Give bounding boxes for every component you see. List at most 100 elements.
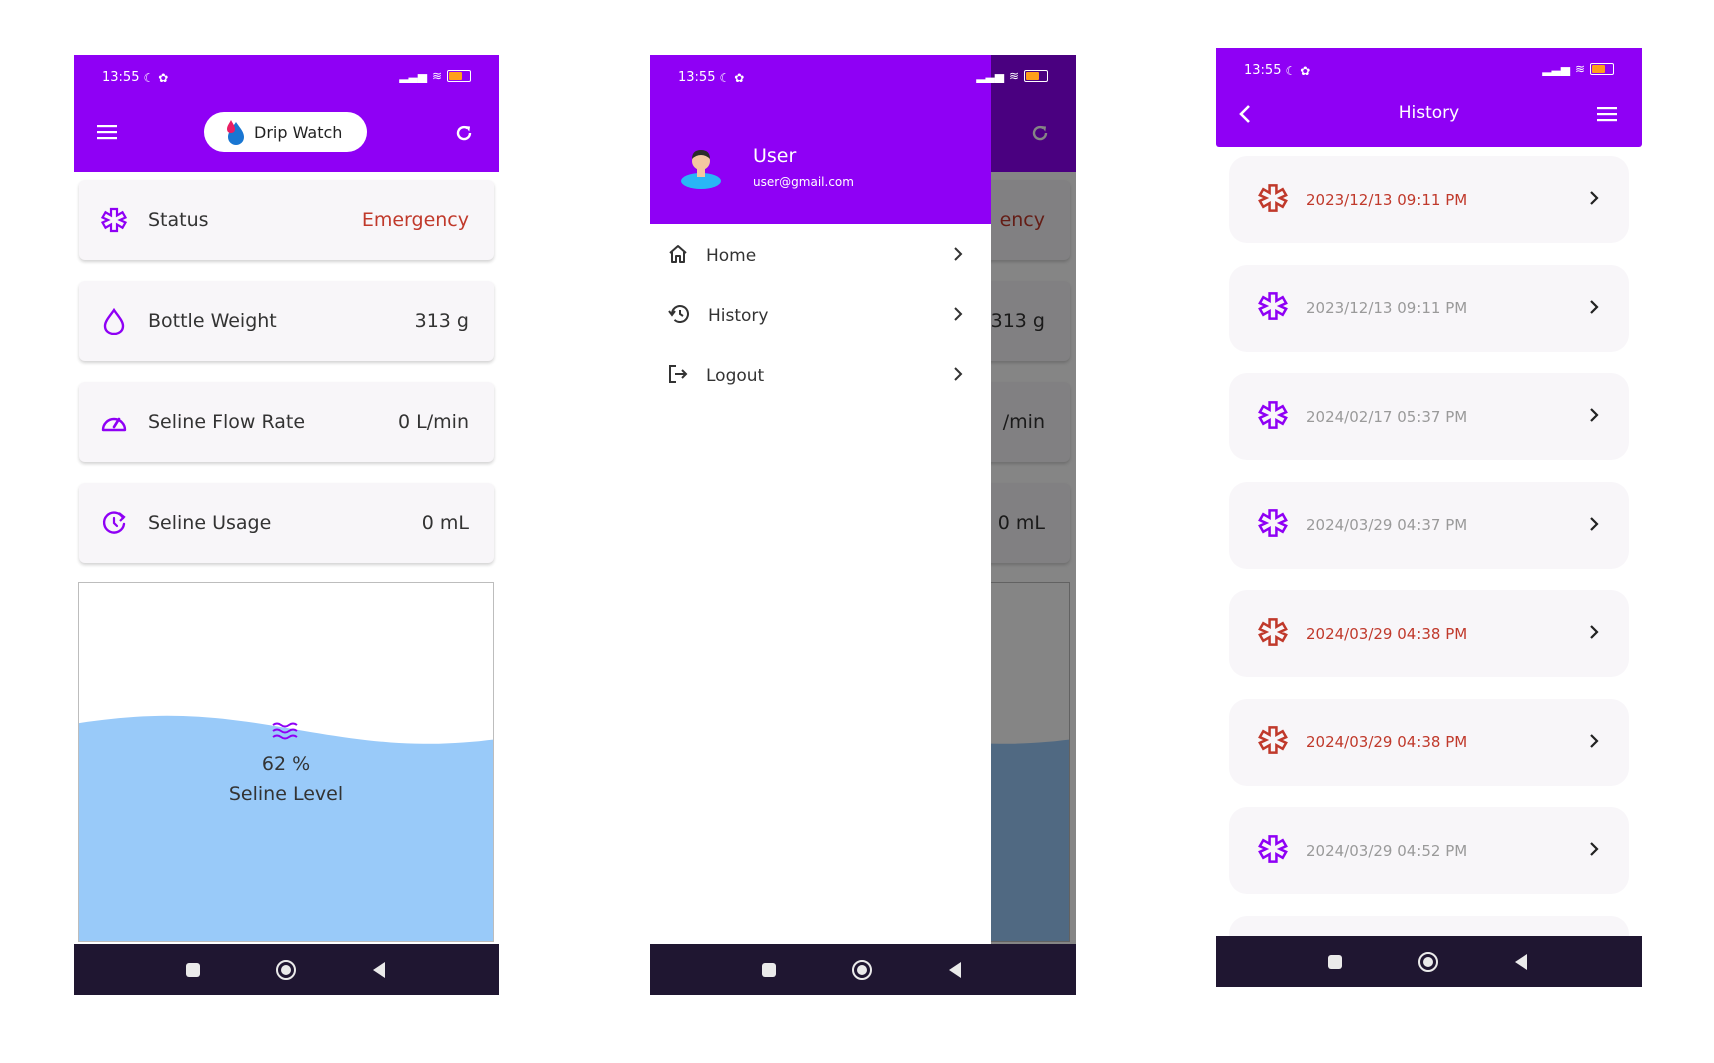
usage-label: Seline Usage: [148, 512, 272, 534]
signal-icon: ▂▃▅: [399, 69, 427, 83]
chevron-right-icon: [1589, 841, 1599, 860]
status-icon: [1257, 833, 1289, 869]
history-icon: [668, 304, 690, 329]
speedometer-icon: [99, 407, 129, 437]
chevron-right-icon: [953, 306, 963, 326]
android-nav-bar: [74, 944, 499, 995]
wifi-icon: ≋: [1574, 62, 1585, 76]
history-entry[interactable]: 2023/12/13 09:11 PM: [1229, 156, 1629, 243]
nav-drawer: 13:55 ☾ ✿ User user@gmail.com Home History…: [650, 55, 991, 944]
brand-pill: Drip Watch: [204, 112, 367, 152]
chevron-right-icon: [953, 246, 963, 266]
back-button[interactable]: [1506, 936, 1536, 987]
drawer-item-history[interactable]: History: [650, 291, 991, 341]
history-entry[interactable]: 2024/03/29 04:37 PM: [1229, 481, 1629, 569]
flow-rate-card: Seline Flow Rate 0 L/min: [79, 382, 494, 462]
back-button[interactable]: [364, 944, 394, 995]
history-date: 2024/03/29 04:52 PM: [1306, 841, 1468, 860]
level-label: Seline Level: [228, 783, 344, 805]
dashboard-screen: 13:55 ☾ ✿ ▂▃▅ ≋ Drip Watch Status Emergenc…: [74, 55, 499, 995]
chevron-right-icon: [1589, 733, 1599, 752]
history-entry[interactable]: 2024/02/17 05:37 PM: [1229, 373, 1629, 460]
waves-icon: [79, 721, 493, 745]
history-date: 2023/12/13 09:11 PM: [1306, 299, 1468, 317]
battery-icon: [447, 70, 471, 82]
moon-icon: ☾: [719, 70, 731, 85]
status-icon: [1257, 399, 1289, 435]
chevron-right-icon: [1589, 190, 1599, 209]
drawer-item-label: Home: [706, 246, 757, 266]
status-icons: ▂▃▅ ≋: [399, 69, 471, 83]
status-bar: 13:55 ☾ ✿ ▂▃▅ ≋: [74, 55, 499, 101]
status-icon: [1257, 182, 1289, 218]
home-button[interactable]: [1413, 936, 1443, 987]
history-date: 2023/12/13 09:11 PM: [1306, 190, 1468, 209]
bottle-weight-card: Bottle Weight 313 g: [79, 281, 494, 361]
settings-small-icon: ✿: [734, 70, 745, 85]
battery-icon: [1590, 63, 1614, 75]
recents-button[interactable]: [178, 944, 208, 995]
signal-icon: ▂▃▅: [1542, 62, 1570, 76]
status-bar: 13:55 ☾ ✿: [650, 55, 991, 101]
home-button[interactable]: [847, 944, 877, 995]
drawer-item-logout[interactable]: Logout: [650, 351, 991, 401]
history-screen: 13:55 ☾ ✿ ▂▃▅ ≋ History 2023/12/13 09:11 P…: [1216, 48, 1642, 987]
history-entry[interactable]: 2024/03/29 04:38 PM: [1229, 590, 1629, 677]
usage-icon: [99, 508, 129, 538]
bottle-weight-label: Bottle Weight: [148, 310, 277, 332]
menu-icon[interactable]: [92, 119, 122, 145]
status-time: 13:55: [678, 70, 716, 85]
back-button[interactable]: [940, 944, 970, 995]
drawer-item-home[interactable]: Home: [650, 231, 991, 281]
status-value: Emergency: [361, 209, 469, 231]
status-icon: [1257, 724, 1289, 760]
seline-level-gauge: 62 % Seline Level: [78, 582, 494, 942]
status-icon: [1257, 616, 1289, 652]
drip-logo-icon: [227, 120, 244, 145]
drawer-screen: ency 313 g /min 0 mL 13:55 ☾ ✿ User user@g…: [650, 55, 1076, 995]
brand-name: Drip Watch: [254, 122, 343, 142]
home-button[interactable]: [271, 944, 301, 995]
drawer-item-label: History: [708, 306, 769, 326]
moon-icon: ☾: [143, 70, 155, 85]
level-percent: 62 %: [261, 753, 311, 775]
bottle-weight-value: 313 g: [414, 310, 469, 332]
recents-button[interactable]: [754, 944, 784, 995]
chevron-right-icon: [1589, 299, 1599, 318]
drop-icon: [99, 306, 129, 336]
status-icon: [1257, 290, 1289, 326]
status-time: 13:55: [1244, 63, 1282, 78]
history-entry[interactable]: 2024/03/29 04:52 PM: [1229, 807, 1629, 894]
settings-small-icon: ✿: [158, 70, 169, 85]
user-avatar: [678, 143, 724, 193]
history-date: 2024/03/29 04:38 PM: [1306, 624, 1468, 643]
status-time: 13:55: [102, 70, 140, 85]
app-bar: 13:55 ☾ ✿ ▂▃▅ ≋ Drip Watch: [74, 55, 499, 172]
usage-card: Seline Usage 0 mL: [79, 483, 494, 563]
menu-icon[interactable]: [1593, 101, 1621, 127]
refresh-icon[interactable]: [449, 118, 479, 148]
history-title: History: [1398, 103, 1460, 123]
history-date: 2024/02/17 05:37 PM: [1306, 407, 1468, 426]
chevron-right-icon: [1589, 624, 1599, 643]
chevron-right-icon: [1589, 407, 1599, 426]
android-nav-bar: [650, 944, 1076, 995]
status-bar: 13:55 ☾ ✿ ▂▃▅ ≋: [1216, 48, 1642, 94]
status-icons: ▂▃▅ ≋: [1542, 62, 1614, 76]
user-email: user@gmail.com: [753, 175, 854, 189]
logout-icon: [668, 364, 688, 389]
history-date: 2024/03/29 04:37 PM: [1306, 516, 1468, 534]
history-entry[interactable]: 2024/03/29 04:38 PM: [1229, 698, 1629, 786]
home-icon: [668, 244, 688, 269]
status-card: Status Emergency: [79, 180, 494, 260]
chevron-right-icon: [1589, 516, 1599, 535]
recents-button[interactable]: [1320, 936, 1350, 987]
drawer-header: 13:55 ☾ ✿ User user@gmail.com: [650, 55, 991, 224]
wifi-icon: ≋: [431, 69, 442, 83]
android-nav-bar: [1216, 936, 1642, 987]
status-icon: [99, 205, 129, 235]
status-icon: [1257, 507, 1289, 543]
chevron-right-icon: [953, 366, 963, 386]
user-name: User: [753, 145, 797, 167]
history-entry[interactable]: 2023/12/13 09:11 PM: [1229, 264, 1629, 352]
